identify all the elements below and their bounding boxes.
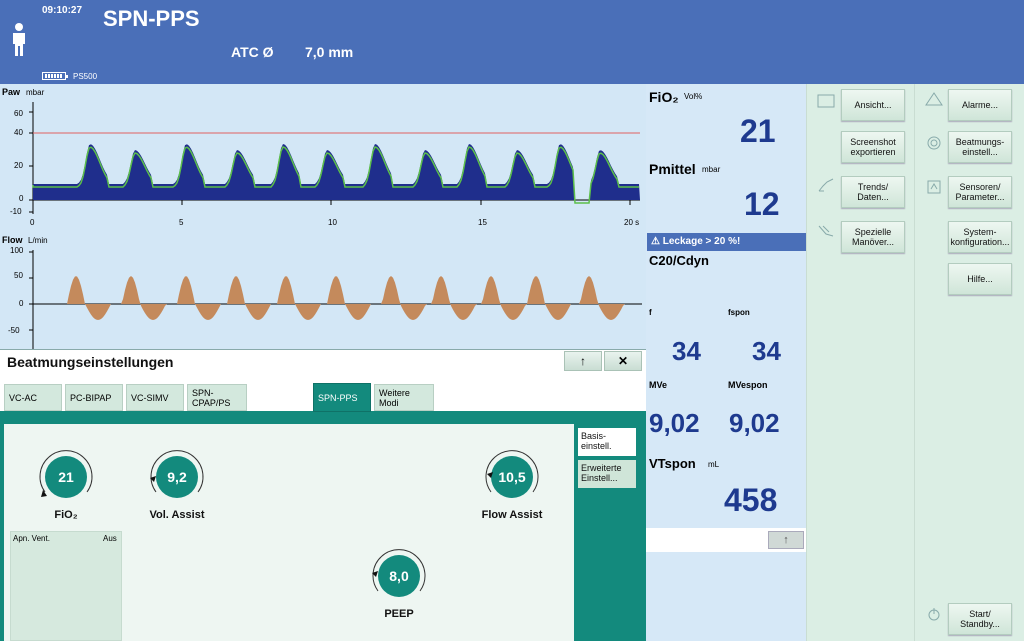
flow-assist-knob-label: Flow Assist [481, 509, 543, 521]
close-icon: ✕ [617, 354, 629, 368]
side-tab-basic[interactable]: Basis-einstell. [578, 428, 636, 456]
view-icon [817, 94, 835, 108]
view-button[interactable]: Ansicht... [841, 89, 905, 121]
maneuver-hand-icon [818, 225, 834, 237]
pmittel-value: 12 [744, 186, 780, 222]
leak-alarm-banner[interactable]: ⚠ Leckage > 20 %! [647, 233, 806, 251]
pmittel-label: Pmittel [649, 161, 696, 177]
close-button[interactable]: ✕ [604, 351, 642, 371]
power-icon [928, 608, 940, 621]
alarms-button[interactable]: Alarme... [948, 89, 1012, 121]
help-button[interactable]: Hilfe... [948, 263, 1012, 295]
apnea-value: Aus [103, 534, 117, 543]
fspon-label: fspon [728, 308, 750, 317]
menu-column-2 [914, 84, 1024, 641]
f-value: 34 [672, 336, 701, 366]
fspon-value: 34 [752, 336, 781, 366]
atc-value: 7,0 mm [305, 44, 354, 60]
trends-icon [818, 178, 834, 192]
sensors-icon [927, 180, 941, 194]
sensors-parameters-button[interactable]: Sensoren/ Parameter... [948, 176, 1012, 208]
start-standby-button[interactable]: Start/ Standby... [948, 603, 1012, 635]
system-configuration-button[interactable]: System-konfiguration... [948, 221, 1012, 253]
patient-icon [13, 23, 25, 56]
tab-spn-pps[interactable]: SPN-PPS [313, 383, 371, 412]
fio2-knob-value: 21 [58, 469, 74, 485]
waveform-plots [29, 102, 642, 350]
tab-more-modes[interactable]: Weitere Modi [374, 384, 434, 411]
f-label: f [649, 308, 652, 317]
vtspon-value: 458 [724, 482, 778, 518]
side-tab-column [574, 424, 646, 641]
peep-knob[interactable]: 8,0 [366, 543, 432, 609]
ventilation-settings-button[interactable]: Beatmungs-einstell... [948, 131, 1012, 163]
trends-data-button[interactable]: Trends/ Daten... [841, 176, 905, 208]
clock: 09:10:27 [42, 5, 83, 16]
up-arrow-icon: ↑ [580, 354, 586, 368]
tab-spn-cpap-ps[interactable]: SPN-CPAP/PS [187, 384, 247, 411]
ventilation-settings-icon [927, 136, 941, 150]
fio2-unit: Vol% [684, 92, 703, 101]
device-label: PS500 [73, 72, 98, 81]
mve-label: MVe [649, 380, 668, 390]
tab-vc-simv[interactable]: VC-SIMV [126, 384, 184, 411]
vol-assist-knob[interactable]: 9,2 [144, 444, 210, 510]
fio2-value: 21 [740, 113, 776, 149]
tab-vc-ac[interactable]: VC-AC [4, 384, 62, 411]
apnea-label: Apn. Vent. [13, 534, 50, 543]
tab-pc-bipap[interactable]: PC-BIPAP [65, 384, 123, 411]
peep-knob-label: PEEP [384, 608, 414, 620]
fio2-label: FiO₂ [649, 89, 679, 105]
battery-icon [42, 72, 68, 80]
screenshot-export-button[interactable]: Screenshot exportieren [841, 131, 905, 163]
c20-label: C20/Cdyn [649, 253, 709, 268]
vol-assist-knob-label: Vol. Assist [149, 509, 205, 521]
vtspon-unit: mL [708, 460, 720, 469]
mve-value: 9,02 [649, 408, 700, 438]
flow-assist-knob[interactable]: 10,5 [479, 444, 545, 510]
side-tab-advanced[interactable]: Erweiterte Einstell... [578, 460, 636, 488]
special-maneuvers-button[interactable]: Spezielle Manöver... [841, 221, 905, 253]
fio2-knob[interactable]: 21 [33, 444, 99, 510]
fio2-knob-label: FiO₂ [54, 509, 78, 521]
pmittel-unit: mbar [702, 165, 721, 174]
flow-assist-knob-value: 10,5 [498, 469, 525, 485]
alarm-triangle-icon [925, 92, 943, 106]
scroll-up-button[interactable]: ↑ [768, 531, 804, 549]
vtspon-label: VTspon [649, 456, 696, 471]
atc-label: ATC Ø [231, 44, 274, 60]
mvespon-value: 9,02 [729, 408, 780, 438]
menu-column-1 [806, 84, 914, 641]
apnea-ventilation-box[interactable] [10, 531, 122, 641]
pin-button[interactable]: ↑ [564, 351, 602, 371]
dialog-title: Beatmungseinstellungen [7, 354, 174, 370]
mvespon-label: MVespon [728, 380, 768, 390]
peep-knob-value: 8,0 [389, 568, 409, 584]
vol-assist-knob-value: 9,2 [167, 469, 187, 485]
ventilation-mode-title: SPN-PPS [103, 6, 200, 31]
